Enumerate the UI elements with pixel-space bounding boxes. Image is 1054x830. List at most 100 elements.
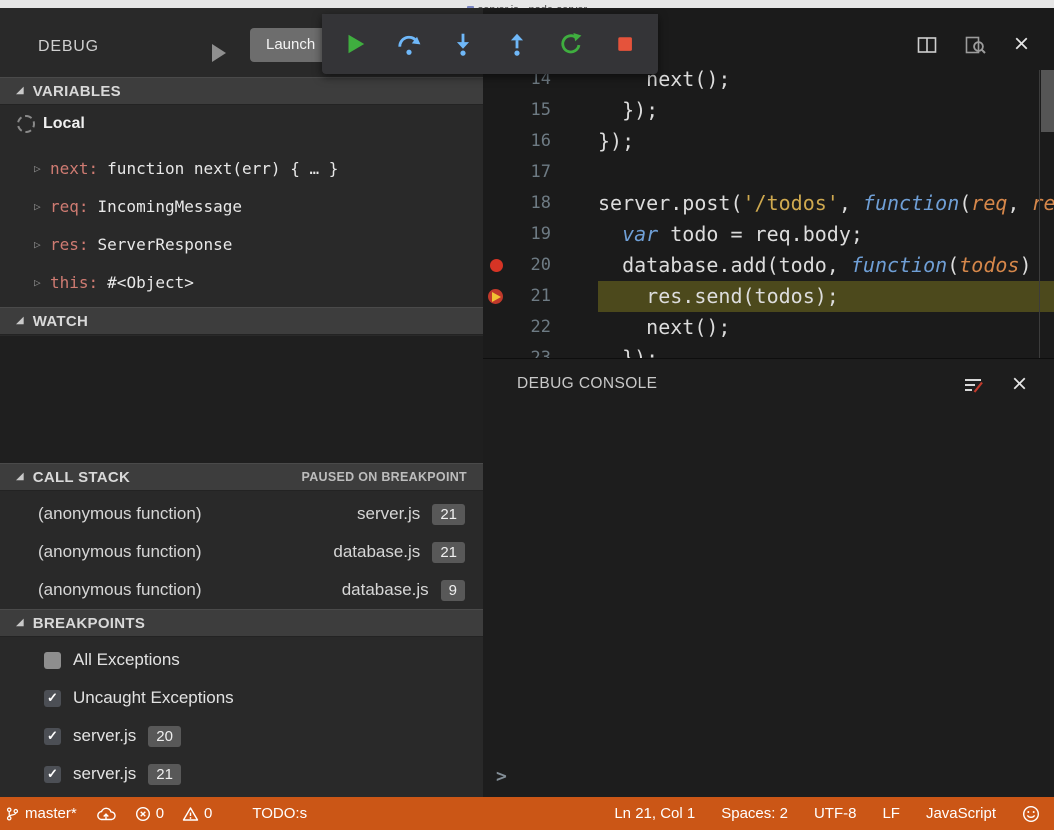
breakpoint-row[interactable]: All Exceptions [0, 641, 483, 679]
variable-row[interactable]: next:function next(err) { … } [0, 149, 483, 187]
code-line[interactable]: 22 next(); [483, 312, 1054, 343]
breakpoints-title: BREAKPOINTS [33, 615, 145, 632]
close-icon [1009, 373, 1030, 394]
open-preview-button[interactable] [963, 33, 987, 57]
cursor-position[interactable]: Ln 21, Col 1 [614, 805, 695, 822]
debug-console-panel[interactable]: DEBUG CONSOLE > [483, 358, 1054, 797]
chevron-right-icon[interactable] [34, 162, 50, 175]
code-text: server.post('/todos', function(req, res [598, 188, 1054, 219]
line-number: 20 [517, 250, 551, 281]
console-prompt[interactable]: > [496, 766, 507, 787]
code-line[interactable]: 21 res.send(todos); [483, 281, 1054, 312]
code-line[interactable]: 16}); [483, 126, 1054, 157]
code-token: var [622, 222, 658, 246]
git-branch-item[interactable]: master* [5, 805, 77, 822]
breakpoints-section-header[interactable]: BREAKPOINTS [0, 609, 483, 637]
code-text: }); [598, 343, 1054, 358]
console-actions [961, 373, 1030, 397]
code-text: next(); [598, 312, 1054, 343]
continue-button[interactable] [335, 24, 375, 64]
line-number: 16 [517, 126, 551, 157]
gutter[interactable] [483, 343, 517, 358]
close-button[interactable] [1009, 373, 1030, 397]
error-count-item[interactable]: 0 [135, 805, 164, 822]
title-bar: server.js - node-server [0, 0, 1054, 8]
warning-count-item[interactable]: 0 [182, 805, 212, 822]
code-token: function [863, 191, 959, 215]
current-line-icon[interactable] [488, 289, 503, 304]
language-mode[interactable]: JavaScript [926, 805, 996, 822]
code-text: var todo = req.body; [598, 219, 1054, 250]
editor-scrollbar[interactable] [1039, 70, 1054, 358]
gutter[interactable] [483, 250, 517, 281]
stop-button[interactable] [605, 24, 645, 64]
code-line[interactable]: 17 [483, 157, 1054, 188]
loading-spinner-icon [17, 115, 35, 133]
variables-section-header[interactable]: VARIABLES [0, 77, 483, 105]
breakpoint-checkbox[interactable] [44, 652, 61, 669]
indentation[interactable]: Spaces: 2 [721, 805, 788, 822]
gutter[interactable] [483, 95, 517, 126]
code-line[interactable]: 18server.post('/todos', function(req, re… [483, 188, 1054, 219]
code-line[interactable]: 15 }); [483, 95, 1054, 126]
code-text: }); [598, 95, 1054, 126]
gutter[interactable] [483, 219, 517, 250]
line-number: 17 [517, 157, 551, 188]
breakpoint-row[interactable]: Uncaught Exceptions [0, 679, 483, 717]
variable-row[interactable]: res:ServerResponse [0, 225, 483, 263]
scope-label: Local [43, 115, 85, 133]
breakpoint-checkbox[interactable] [44, 728, 61, 745]
collapse-triangle-icon [16, 618, 24, 628]
call-stack-section-header[interactable]: CALL STACK PAUSED ON BREAKPOINT [0, 463, 483, 491]
chevron-right-icon[interactable] [34, 276, 50, 289]
stack-frame-row[interactable]: (anonymous function)database.js9 [0, 571, 483, 609]
stack-frame-row[interactable]: (anonymous function)database.js21 [0, 533, 483, 571]
step-over-button[interactable] [389, 24, 429, 64]
stack-frame-row[interactable]: (anonymous function)server.js21 [0, 495, 483, 533]
sync-item[interactable] [95, 806, 117, 822]
breakpoint-row[interactable]: server.js21 [0, 755, 483, 793]
sidebar-title: DEBUG [38, 38, 99, 56]
start-debug-icon[interactable] [212, 44, 226, 62]
gutter[interactable] [483, 281, 517, 312]
step-into-button[interactable] [443, 24, 483, 64]
breakpoint-checkbox[interactable] [44, 690, 61, 707]
launch-config-dropdown[interactable]: Launch [250, 28, 331, 62]
stop-icon [612, 31, 638, 57]
gutter[interactable] [483, 126, 517, 157]
eol-sequence[interactable]: LF [882, 805, 900, 822]
variable-row[interactable]: this:#<Object> [0, 263, 483, 301]
line-number: 19 [517, 219, 551, 250]
chevron-right-icon[interactable] [34, 238, 50, 251]
gutter[interactable] [483, 188, 517, 219]
gutter[interactable] [483, 157, 517, 188]
gutter[interactable] [483, 312, 517, 343]
watch-section-header[interactable]: WATCH [0, 307, 483, 335]
feedback-item[interactable] [1022, 805, 1040, 823]
smiley-icon [1022, 805, 1040, 823]
error-icon [135, 806, 151, 822]
line-number: 15 [517, 95, 551, 126]
restart-button[interactable] [551, 24, 591, 64]
code-line[interactable]: 23 }); [483, 343, 1054, 358]
todo-item[interactable]: TODO:s [252, 805, 307, 822]
step-out-button[interactable] [497, 24, 537, 64]
chevron-right-icon[interactable] [34, 200, 50, 213]
split-editor-button[interactable] [915, 33, 939, 57]
code-token: ) [1019, 253, 1031, 277]
code-line[interactable]: 19 var todo = req.body; [483, 219, 1054, 250]
split-editor-icon [915, 33, 939, 57]
code-text: }); [598, 126, 1054, 157]
scope-row-local[interactable]: Local [0, 107, 483, 141]
breakpoint-checkbox[interactable] [44, 766, 61, 783]
code-line[interactable]: 20 database.add(todo, function(todos) [483, 250, 1054, 281]
breakpoint-icon[interactable] [490, 259, 503, 272]
code-token [598, 222, 622, 246]
variable-row[interactable]: req:IncomingMessage [0, 187, 483, 225]
breakpoint-row[interactable]: server.js20 [0, 717, 483, 755]
code-token: database.add(todo, [598, 253, 851, 277]
close-button[interactable] [1011, 33, 1032, 57]
scrollbar-thumb[interactable] [1041, 70, 1054, 132]
encoding[interactable]: UTF-8 [814, 805, 857, 822]
clear-console-button[interactable] [961, 373, 985, 397]
